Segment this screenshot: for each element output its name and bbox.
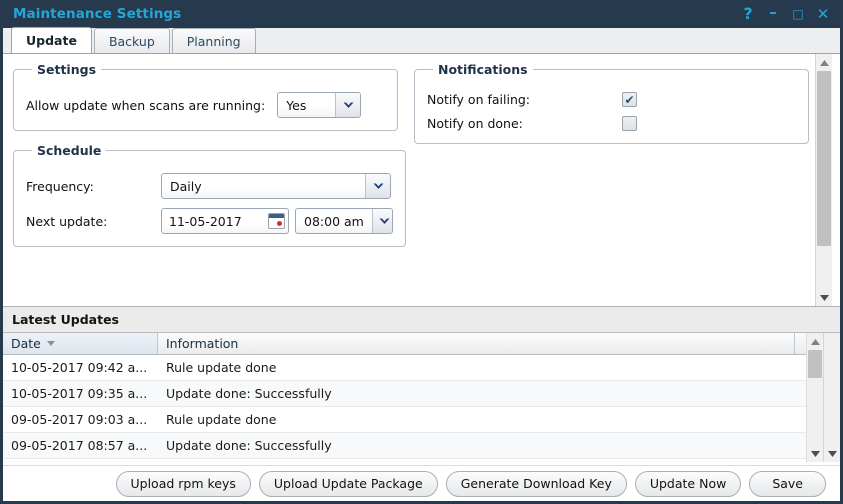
column-header-date[interactable]: Date [3, 333, 158, 354]
tab-strip: Update Backup Planning [3, 28, 840, 54]
allow-update-row: Allow update when scans are running: Yes [26, 92, 385, 118]
notifications-group-legend: Notifications [433, 62, 533, 77]
column-header-information-label: Information [166, 336, 238, 351]
allow-update-value: Yes [278, 93, 335, 117]
allow-update-select[interactable]: Yes [277, 92, 361, 118]
right-column: Notifications Notify on failing: ✔ Notif… [414, 62, 809, 259]
table-row[interactable]: 09-05-2017 09:03 a... Rule update done [3, 407, 806, 433]
next-update-row: Next update: 11-05-2017 08:00 am [26, 208, 393, 234]
latest-updates-table: Date Information 10-05-2017 09:42 a... R… [3, 333, 840, 462]
calendar-icon[interactable] [268, 213, 285, 229]
cell-information: Rule update done [158, 360, 806, 375]
table-body: 10-05-2017 09:42 a... Rule update done 1… [3, 355, 806, 462]
table-row[interactable]: 09-05-2017 08:57 a... Update done: Succe… [3, 433, 806, 459]
scroll-down-icon[interactable] [816, 289, 832, 306]
maintenance-settings-window: Maintenance Settings ? – □ ✕ Update Back… [0, 0, 843, 504]
cell-date: 09-05-2017 09:03 a... [3, 412, 158, 427]
notify-failing-checkbox[interactable]: ✔ [622, 92, 637, 107]
sort-descending-icon [47, 341, 55, 346]
next-update-label: Next update: [26, 214, 161, 229]
column-header-information[interactable]: Information [158, 333, 795, 354]
scroll-up-icon[interactable] [816, 54, 832, 71]
next-update-time-value: 08:00 am [296, 209, 372, 233]
update-now-button[interactable]: Update Now [635, 471, 741, 497]
next-update-date-value: 11-05-2017 [169, 214, 264, 229]
scroll-down-icon[interactable] [824, 445, 840, 462]
table-vertical-scrollbar[interactable] [806, 333, 823, 462]
tab-planning[interactable]: Planning [172, 28, 256, 53]
cell-information: Rule update done [158, 412, 806, 427]
table-row[interactable]: 10-05-2017 09:42 a... Rule update done [3, 355, 806, 381]
cell-information: Update done: Successfully [158, 386, 806, 401]
scroll-up-icon[interactable] [807, 333, 823, 350]
chevron-down-icon [372, 209, 393, 233]
cell-date: 10-05-2017 09:35 a... [3, 386, 158, 401]
check-icon: ✔ [624, 94, 634, 106]
minimize-icon[interactable]: – [766, 4, 780, 20]
notify-failing-row: Notify on failing: ✔ [427, 92, 796, 107]
upload-rpm-keys-button[interactable]: Upload rpm keys [116, 471, 251, 497]
notify-failing-label: Notify on failing: [427, 92, 622, 107]
schedule-group: Schedule Frequency: Daily Next upd [13, 143, 406, 247]
update-settings-content: Settings Allow update when scans are run… [3, 54, 807, 306]
next-update-date-field[interactable]: 11-05-2017 [161, 208, 289, 234]
maximize-icon[interactable]: □ [791, 6, 805, 22]
settings-group-legend: Settings [32, 62, 101, 77]
left-column: Settings Allow update when scans are run… [13, 62, 398, 259]
help-icon[interactable]: ? [741, 6, 755, 22]
panel-scroll-thumb[interactable] [817, 71, 831, 246]
panel-right-gap [832, 54, 840, 306]
window-controls: ? – □ ✕ [741, 6, 832, 22]
frequency-select[interactable]: Daily [161, 173, 391, 199]
chevron-down-icon [365, 174, 390, 198]
table-scroll-thumb[interactable] [808, 350, 822, 378]
close-icon[interactable]: ✕ [816, 6, 830, 22]
cell-date: 10-05-2017 09:42 a... [3, 360, 158, 375]
cell-information: Update done: Successfully [158, 438, 806, 453]
window-title: Maintenance Settings [13, 6, 741, 22]
save-button[interactable]: Save [749, 471, 826, 497]
table-header-row: Date Information [3, 333, 840, 355]
cell-date: 09-05-2017 08:57 a... [3, 438, 158, 453]
settings-group: Settings Allow update when scans are run… [13, 62, 398, 131]
latest-updates-header: Latest Updates [3, 307, 840, 333]
notifications-group: Notifications Notify on failing: ✔ Notif… [414, 62, 809, 144]
panel-vertical-scrollbar[interactable] [815, 54, 832, 306]
frequency-row: Frequency: Daily [26, 173, 393, 199]
schedule-group-legend: Schedule [32, 143, 106, 158]
upload-update-package-button[interactable]: Upload Update Package [259, 471, 438, 497]
generate-download-key-button[interactable]: Generate Download Key [446, 471, 627, 497]
panel-vertical-scrollbar-lower[interactable] [823, 333, 840, 462]
notify-done-label: Notify on done: [427, 116, 622, 131]
notify-done-row: Notify on done: [427, 116, 796, 131]
dialog-button-bar: Upload rpm keys Upload Update Package Ge… [3, 465, 840, 501]
frequency-label: Frequency: [26, 179, 161, 194]
scroll-down-icon[interactable] [807, 445, 823, 462]
allow-update-label: Allow update when scans are running: [26, 98, 265, 113]
next-update-time-select[interactable]: 08:00 am [295, 208, 393, 234]
frequency-value: Daily [162, 174, 365, 198]
tab-backup[interactable]: Backup [94, 28, 170, 53]
column-header-date-label: Date [11, 336, 41, 351]
table-row[interactable]: 10-05-2017 09:35 a... Update done: Succe… [3, 381, 806, 407]
tab-update[interactable]: Update [11, 27, 92, 53]
update-settings-panel: Settings Allow update when scans are run… [3, 54, 840, 307]
window-titlebar: Maintenance Settings ? – □ ✕ [3, 0, 840, 28]
notify-done-checkbox[interactable] [622, 116, 637, 131]
chevron-down-icon [335, 93, 360, 117]
